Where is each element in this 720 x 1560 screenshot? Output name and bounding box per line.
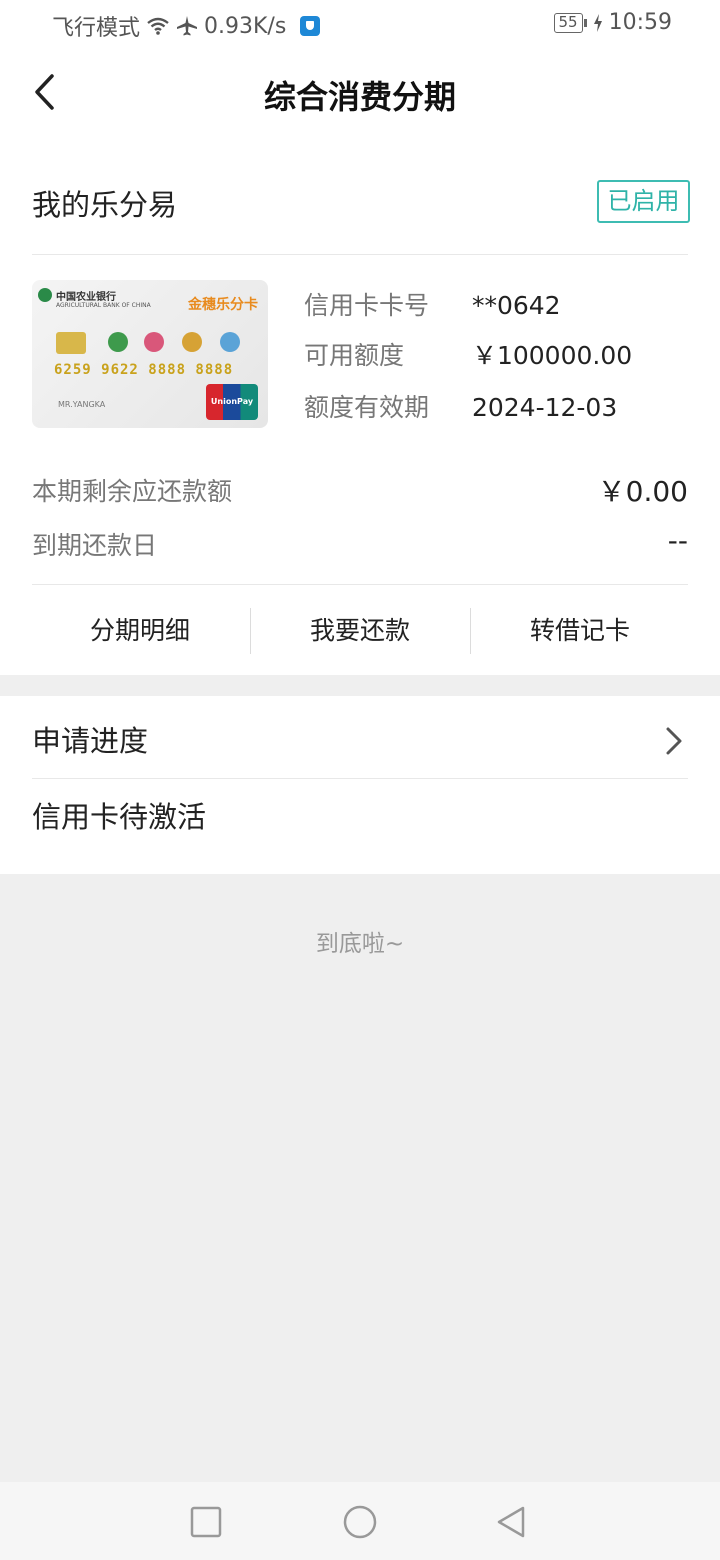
battery-level: 55 (553, 12, 583, 33)
system-nav-bar (0, 1482, 720, 1560)
recents-square-icon[interactable] (188, 1504, 224, 1540)
validity-row: 额度有效期 2024-12-03 (304, 388, 617, 424)
network-speed: 0.93K/s (204, 13, 287, 39)
card-number: 6259 9622 8888 8888 (54, 362, 234, 378)
action-bar: 分期明细 我要还款 转借记卡 (30, 608, 690, 654)
limit-label: 可用额度 (304, 341, 405, 370)
transfer-debit-button[interactable]: 转借记卡 (470, 608, 690, 654)
page-title: 综合消费分期 (263, 78, 456, 116)
card-no-value: **0642 (471, 291, 561, 320)
divider (32, 584, 688, 585)
coin-icon (108, 332, 128, 352)
remaining-label: 本期剩余应还款额 (32, 477, 233, 506)
installment-section: 我的乐分易 已启用 中国农业银行 AGRICULTURAL BANK OF CH… (0, 134, 720, 675)
airplane-mode-text: 飞行模式 (52, 16, 141, 41)
chip-icon (56, 332, 86, 354)
remaining-value: ￥0.00 (597, 475, 688, 508)
back-triangle-icon[interactable] (494, 1504, 530, 1540)
clock: 10:59 (608, 10, 672, 35)
limit-value: ￥100000.00 (471, 341, 633, 370)
app-header: 综合消费分期 (0, 50, 720, 134)
installment-detail-button[interactable]: 分期明细 (30, 608, 250, 654)
due-label: 到期还款日 (32, 531, 158, 560)
chevron-right-icon[interactable] (662, 726, 686, 756)
section-title: 我的乐分易 (32, 188, 178, 222)
validity-label: 额度有效期 (304, 393, 430, 422)
coin-icon (182, 332, 202, 352)
status-bar: 飞行模式 0.93K/s 55 10:59 (0, 0, 720, 50)
progress-title[interactable]: 申请进度 (32, 718, 148, 760)
airplane-icon (177, 16, 198, 36)
coin-icon (144, 332, 164, 352)
due-row: 到期还款日 -- (32, 524, 688, 562)
card-number-row: 信用卡卡号 **0642 (304, 286, 561, 322)
card-bank-name: 中国农业银行 (56, 292, 116, 303)
application-progress-section: 申请进度 信用卡待激活 (0, 696, 720, 874)
abc-logo-icon (38, 288, 52, 302)
divider (32, 254, 688, 255)
repay-button[interactable]: 我要还款 (250, 608, 470, 654)
remaining-row: 本期剩余应还款额 ￥0.00 (32, 472, 688, 508)
card-no-label: 信用卡卡号 (304, 291, 430, 320)
status-right: 55 10:59 (553, 10, 672, 35)
card-brand: 金穗乐分卡 (188, 297, 258, 313)
card-bank-sub: AGRICULTURAL BANK OF CHINA (56, 302, 151, 309)
wifi-icon (147, 17, 169, 35)
limit-row: 可用额度 ￥100000.00 (304, 336, 632, 372)
validity-value: 2024-12-03 (471, 393, 618, 422)
battery-tip (583, 18, 587, 27)
home-circle-icon[interactable] (342, 1504, 378, 1540)
due-value: -- (667, 524, 688, 557)
divider (32, 778, 688, 779)
credit-card-image: 中国农业银行 AGRICULTURAL BANK OF CHINA 金穗乐分卡 … (32, 280, 268, 428)
unionpay-logo: UnionPay 银联 (206, 384, 258, 420)
card-holder: MR.YANGKA (58, 400, 106, 409)
progress-status: 信用卡待激活 (32, 800, 207, 834)
end-of-list-text: 到底啦~ (315, 931, 405, 957)
shield-icon (300, 16, 321, 36)
status-left: 飞行模式 0.93K/s (52, 10, 321, 42)
coin-icon (220, 332, 240, 352)
charging-icon (593, 13, 602, 32)
status-badge: 已启用 (597, 180, 690, 223)
